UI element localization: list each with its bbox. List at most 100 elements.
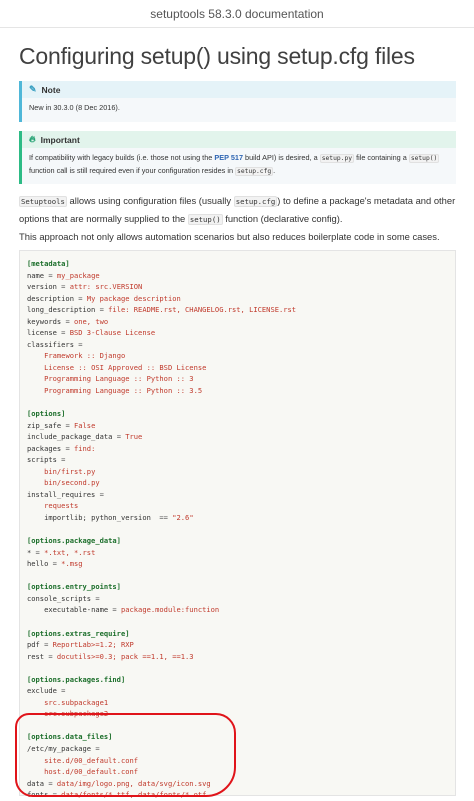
code-operator: =: [112, 432, 126, 442]
code-key: importlib; python_version: [44, 513, 156, 523]
code-value: bin/first.py: [44, 466, 96, 476]
code-value: Programming Language :: Python :: 3.5: [44, 386, 203, 396]
code-operator: =: [56, 686, 66, 696]
code-key: pdf: [27, 640, 40, 650]
code-line: Programming Language :: Python :: 3.5: [27, 386, 202, 395]
code-key: data: [27, 778, 45, 788]
important-text-4: function call is still required even if …: [29, 165, 236, 175]
code-key: rest: [27, 651, 45, 661]
intro-text-3: function (declarative config).: [222, 213, 343, 224]
code-line: exclude =: [27, 686, 65, 695]
code-line: [options.data_files]: [27, 732, 112, 741]
code-line: packages = find:: [27, 444, 95, 453]
important-text-2: build API) is desired, a: [243, 153, 320, 162]
flame-icon: 🔥︎: [29, 134, 36, 144]
code-value: *.txt, *.rst: [44, 547, 96, 557]
code-value: one, two: [73, 316, 109, 326]
code-value: site.d/00_default.conf: [44, 755, 139, 765]
note-title: Note: [41, 84, 61, 95]
code-value: file: README.rst, CHANGELOG.rst, LICENSE…: [108, 305, 297, 315]
doc-title[interactable]: setuptools 58.3.0 documentation: [150, 7, 323, 21]
code-line: long_description = file: README.rst, CHA…: [27, 305, 296, 314]
code-line: bin/second.py: [27, 478, 100, 487]
code-operator: =: [91, 743, 100, 753]
code-line: [options]: [27, 409, 65, 418]
code-line: classifiers =: [27, 340, 83, 349]
code-operator: =: [61, 420, 74, 430]
code-key: packages: [27, 443, 62, 453]
intro-text-1: allows using configuration files (usuall…: [66, 195, 234, 206]
note-admonition: ✎ Note New in 30.3.0 (8 Dec 2016).: [19, 81, 456, 122]
code-value: src.subpackage2: [44, 709, 109, 719]
code-section-header: [options]: [27, 409, 66, 419]
important-body: If compatibility with legacy builds (i.e…: [22, 148, 456, 177]
code-operator: =: [95, 305, 109, 315]
code-line: executable-name = package.module:functio…: [27, 605, 219, 614]
code-line: site.d/00_default.conf: [27, 756, 138, 765]
setup-py-code: setup.py: [319, 154, 355, 163]
code-line: host.d/00_default.conf: [27, 767, 138, 776]
code-value: *.msg: [61, 559, 83, 569]
code-operator: =: [56, 282, 70, 292]
important-text-3: file containing a: [354, 153, 409, 162]
code-value: License :: OSI Approved :: BSD License: [44, 362, 207, 372]
setup-cfg-code-block[interactable]: [metadata] name = my_package version = a…: [19, 250, 456, 799]
code-operator: =: [95, 489, 104, 499]
code-value: Framework :: Django: [44, 351, 126, 361]
code-line: include_package_data = True: [27, 432, 142, 441]
code-key: exclude: [27, 686, 57, 696]
code-line: name = my_package: [27, 271, 100, 280]
code-line: pdf = ReportLab>=1.2; RXP: [27, 640, 134, 649]
code-value: ReportLab>=1.2; RXP: [52, 640, 134, 650]
code-key: keywords: [27, 316, 62, 326]
code-key: long_description: [27, 305, 96, 315]
code-line: [metadata]: [27, 259, 70, 268]
note-text: New in 30.3.0 (8 Dec 2016).: [29, 103, 120, 112]
approach-paragraph: This approach not only allows automation…: [19, 231, 440, 242]
code-line: Programming Language :: Python :: 3: [27, 374, 194, 384]
code-content[interactable]: [metadata] name = my_package version = a…: [20, 251, 455, 801]
pencil-icon: ✎: [29, 84, 37, 94]
code-operator: =: [44, 651, 57, 661]
code-key: /etc/my_package: [27, 743, 92, 753]
code-operator: =: [61, 443, 74, 453]
code-line: Framework :: Django: [27, 351, 125, 360]
code-line: /etc/my_package =: [27, 744, 100, 753]
code-value: my_package: [56, 270, 100, 280]
code-value: BSD 3-Clause License: [69, 328, 156, 338]
code-value: "2.6": [172, 513, 194, 523]
code-line: fonts = data/fonts/*.ttf, data/fonts/*.o…: [27, 790, 206, 799]
code-value: requests: [44, 501, 79, 511]
code-key: version: [27, 282, 57, 292]
code-key: hello: [27, 559, 49, 569]
pep-517-link[interactable]: PEP 517: [214, 153, 243, 162]
code-line: keywords = one, two: [27, 317, 108, 326]
code-value: Programming Language :: Python :: 3: [44, 374, 194, 384]
code-line: [options.extras_require]: [27, 629, 130, 638]
code-value: data/img/logo.png, data/svg/icon.svg: [56, 778, 211, 788]
code-key: license: [27, 328, 57, 338]
page-title: Configuring setup() using setup.cfg file…: [19, 43, 415, 69]
intro-paragraph: Setuptools allows using configuration fi…: [19, 192, 459, 228]
code-line: data = data/img/logo.png, data/svg/icon.…: [27, 779, 211, 788]
code-operator: =: [91, 593, 100, 603]
code-operator: =: [73, 339, 83, 349]
code-key: executable-name: [44, 605, 109, 615]
top-bar: setuptools 58.3.0 documentation: [0, 0, 474, 28]
code-value: data/fonts/*.ttf, data/fonts/*.otf: [61, 790, 207, 800]
code-section-header: [metadata]: [27, 259, 70, 268]
code-line: console_scripts =: [27, 594, 100, 603]
code-line: [options.packages.find]: [27, 675, 125, 684]
code-operator: =: [108, 605, 121, 615]
code-line: [options.package_data]: [27, 536, 121, 545]
important-text-1: If compatibility with legacy builds (i.e…: [29, 153, 215, 162]
code-key: description: [27, 293, 74, 303]
note-title-bar: ✎ Note: [22, 81, 456, 98]
important-title-bar: 🔥︎ Important: [22, 131, 456, 148]
setuptools-code: Setuptools: [19, 196, 67, 207]
code-key: scripts: [27, 455, 57, 465]
code-section-header: [options.packages.find]: [27, 674, 126, 684]
code-operator: ==: [155, 513, 173, 523]
code-operator: =: [48, 790, 62, 800]
code-key: classifiers: [27, 339, 74, 349]
